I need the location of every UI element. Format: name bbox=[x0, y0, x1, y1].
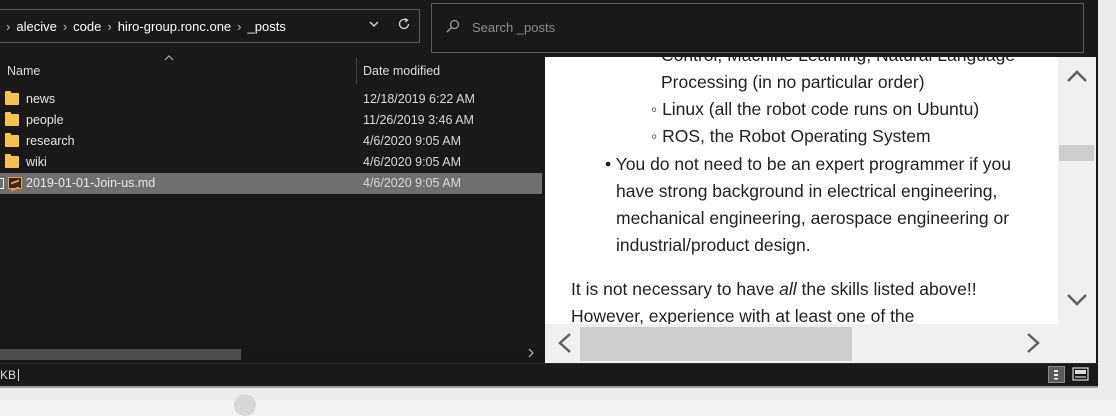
preview-line: However, experience with at least one of… bbox=[571, 306, 915, 324]
status-bar: KB bbox=[0, 363, 1098, 386]
search-icon bbox=[446, 19, 460, 38]
address-bar[interactable]: › alecive › code › hiro-group.ronc.one ›… bbox=[0, 9, 420, 43]
folder-icon bbox=[5, 133, 19, 147]
status-separator bbox=[18, 369, 19, 381]
checkbox-icon[interactable] bbox=[0, 178, 4, 189]
file-row-people[interactable]: people 11/26/2019 3:46 AM bbox=[0, 110, 542, 131]
column-header: Name Date modified bbox=[0, 55, 544, 84]
address-history-chevron-down-icon[interactable] bbox=[366, 18, 382, 34]
file-date: 4/6/2020 9:05 AM bbox=[363, 155, 461, 169]
preview-line: Control, Machine Learning, Natural Langu… bbox=[661, 57, 1015, 69]
folder-icon bbox=[5, 112, 19, 126]
file-date: 12/18/2019 6:22 AM bbox=[363, 92, 475, 106]
breadcrumb-separator-icon[interactable]: › bbox=[237, 19, 241, 34]
desktop-shape bbox=[234, 394, 256, 416]
preview-emphasis: all bbox=[779, 279, 797, 299]
status-text: KB bbox=[0, 368, 17, 382]
preview-pane: Control, Machine Learning, Natural Langu… bbox=[545, 57, 1058, 324]
sort-caret-up-icon bbox=[164, 52, 174, 64]
explorer-window: › alecive › code › hiro-group.ronc.one ›… bbox=[0, 0, 1098, 386]
preview-horizontal-scrollbar[interactable] bbox=[545, 324, 1096, 363]
column-name-header[interactable]: Name bbox=[7, 64, 40, 78]
file-name: people bbox=[26, 113, 64, 127]
scroll-right-arrow-icon[interactable] bbox=[527, 347, 535, 361]
file-date: 11/26/2019 3:46 AM bbox=[363, 113, 474, 127]
preview-text: the skills listed above!! bbox=[796, 279, 977, 299]
breadcrumb-separator-icon: › bbox=[6, 18, 11, 34]
window-border bbox=[0, 386, 1098, 388]
preview-vertical-scrollbar[interactable] bbox=[1058, 57, 1096, 324]
preview-line: ◦ ROS, the Robot Operating System bbox=[651, 126, 931, 146]
breadcrumb-item-code[interactable]: code bbox=[73, 19, 101, 34]
breadcrumb-item-posts[interactable]: _posts bbox=[248, 19, 286, 34]
refresh-icon[interactable] bbox=[396, 17, 412, 33]
preview-line: ◦ Linux (all the robot code runs on Ubun… bbox=[651, 99, 980, 119]
preview-line: have strong background in electrical eng… bbox=[616, 181, 998, 201]
desktop-background bbox=[1098, 0, 1116, 400]
breadcrumb-item-hiro-group[interactable]: hiro-group.ronc.one bbox=[118, 19, 231, 34]
file-date: 4/6/2020 9:05 AM bbox=[363, 176, 461, 190]
column-divider[interactable] bbox=[356, 58, 357, 84]
breadcrumb-item-alecive[interactable]: alecive bbox=[16, 19, 56, 34]
details-view-icon[interactable] bbox=[1048, 366, 1065, 383]
breadcrumb-separator-icon[interactable]: › bbox=[107, 19, 111, 34]
scrollbar-thumb[interactable] bbox=[0, 349, 241, 360]
large-icons-view-icon[interactable] bbox=[1072, 367, 1089, 382]
preview-line: It is not necessary to have all the skil… bbox=[571, 276, 977, 303]
search-input[interactable]: Search _posts bbox=[472, 20, 555, 35]
file-list-horizontal-scrollbar[interactable] bbox=[0, 346, 544, 363]
file-row-research[interactable]: research 4/6/2020 9:05 AM bbox=[0, 131, 542, 152]
column-date-modified-header[interactable]: Date modified bbox=[363, 64, 440, 78]
scroll-down-arrow-icon[interactable] bbox=[1066, 293, 1088, 312]
search-box[interactable]: Search _posts bbox=[431, 3, 1084, 53]
scrollbar-thumb[interactable] bbox=[580, 327, 852, 361]
preview-line: industrial/product design. bbox=[616, 235, 811, 255]
file-name: wiki bbox=[26, 155, 47, 169]
preview-line: mechanical engineering, aerospace engine… bbox=[616, 208, 1010, 228]
preview-line: • You do not need to be an expert progra… bbox=[605, 154, 1011, 174]
preview-text: It is not necessary to have bbox=[571, 279, 780, 299]
file-row-join-us[interactable]: 2019-01-01-Join-us.md 4/6/2020 9:05 AM bbox=[0, 173, 542, 194]
scroll-left-arrow-icon[interactable] bbox=[556, 332, 572, 359]
preview-vertical-scrollbar-thumb[interactable] bbox=[1059, 145, 1094, 161]
breadcrumb: › alecive › code › hiro-group.ronc.one ›… bbox=[0, 10, 286, 42]
folder-icon bbox=[5, 91, 19, 105]
file-name: 2019-01-01-Join-us.md bbox=[26, 176, 156, 190]
desktop-background bbox=[0, 386, 1116, 400]
sublime-text-file-icon bbox=[8, 177, 22, 189]
file-name: research bbox=[26, 134, 75, 148]
file-name: news bbox=[26, 92, 56, 106]
file-row-wiki[interactable]: wiki 4/6/2020 9:05 AM bbox=[0, 152, 542, 173]
scroll-up-arrow-icon[interactable] bbox=[1066, 69, 1088, 88]
folder-icon bbox=[5, 154, 19, 168]
preview-line: Processing (in no particular order) bbox=[661, 72, 925, 92]
file-date: 4/6/2020 9:05 AM bbox=[363, 134, 461, 148]
file-row-news[interactable]: news 12/18/2019 6:22 AM bbox=[0, 89, 542, 110]
scroll-right-arrow-icon[interactable] bbox=[1026, 332, 1042, 359]
breadcrumb-separator-icon[interactable]: › bbox=[63, 19, 67, 34]
